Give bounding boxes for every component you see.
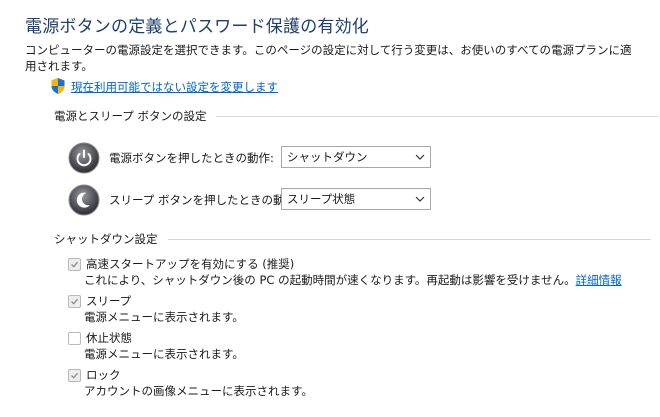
- chevron-down-icon: [415, 154, 425, 160]
- power-button-row: 電源ボタンを押したときの動作:: [68, 142, 274, 174]
- lock-option: ロック アカウントの画像メニューに表示されます。: [68, 367, 313, 399]
- chevron-down-icon: [415, 196, 425, 202]
- checkmark-icon: [71, 261, 78, 268]
- shutdown-section-header: シャットダウン設定: [54, 231, 651, 247]
- power-button-action-select[interactable]: シャットダウン: [281, 146, 431, 168]
- sleep-option-description: 電源メニューに表示されます。: [84, 310, 244, 324]
- sleep-option: スリープ 電源メニューに表示されます。: [68, 293, 244, 325]
- change-unavailable-settings-link[interactable]: 現在利用可能ではない設定を変更します: [51, 78, 278, 95]
- section-divider: [167, 238, 651, 240]
- fast-startup-label: 高速スタートアップを有効にする (推奨): [86, 257, 295, 271]
- sleep-option-label: スリープ: [86, 294, 132, 308]
- sleep-button-row: スリープ ボタンを押したときの動作:: [68, 184, 300, 216]
- change-link-label: 現在利用可能ではない設定を変更します: [71, 80, 278, 94]
- hibernate-option-description: 電源メニューに表示されます。: [84, 347, 244, 361]
- checkmark-icon: [71, 372, 78, 379]
- checkmark-icon: [71, 298, 78, 305]
- power-button-label: 電源ボタンを押したときの動作:: [109, 151, 274, 165]
- sleep-button-action-value: スリープ状態: [287, 192, 356, 206]
- power-sleep-section-title: 電源とスリープ ボタンの設定: [54, 109, 207, 123]
- sleep-button-action-select[interactable]: スリープ状態: [281, 188, 431, 210]
- lock-option-description: アカウントの画像メニューに表示されます。: [84, 384, 313, 398]
- section-divider: [216, 115, 659, 117]
- sleep-checkbox[interactable]: [68, 294, 81, 308]
- hibernate-checkbox[interactable]: [68, 331, 81, 345]
- power-sleep-section-header: 電源とスリープ ボタンの設定: [54, 108, 659, 124]
- shutdown-section-title: シャットダウン設定: [54, 232, 158, 246]
- page-description: コンピューターの電源設定を選択できます。このページの設定に対して行う変更は、お使…: [25, 43, 632, 73]
- more-info-link[interactable]: 詳細情報: [576, 273, 622, 287]
- hibernate-option-label: 休止状態: [86, 331, 132, 345]
- page-title: 電源ボタンの定義とパスワード保護の有効化: [25, 17, 369, 37]
- lock-checkbox[interactable]: [68, 368, 81, 382]
- fast-startup-checkbox[interactable]: [68, 257, 81, 271]
- fast-startup-description-text: これにより、シャットダウン後の PC の起動時間が速くなります。再起動は影響を受…: [84, 273, 576, 287]
- fast-startup-description: これにより、シャットダウン後の PC の起動時間が速くなります。再起動は影響を受…: [84, 272, 622, 288]
- lock-option-label: ロック: [86, 368, 121, 382]
- sleep-icon: [68, 184, 100, 216]
- power-icon: [68, 142, 100, 174]
- sleep-button-label: スリープ ボタンを押したときの動作:: [109, 193, 300, 207]
- fast-startup-option: 高速スタートアップを有効にする (推奨) これにより、シャットダウン後の PC …: [68, 256, 622, 288]
- hibernate-option: 休止状態 電源メニューに表示されます。: [68, 330, 244, 362]
- power-button-action-value: シャットダウン: [287, 150, 368, 164]
- uac-shield-icon: [51, 78, 65, 94]
